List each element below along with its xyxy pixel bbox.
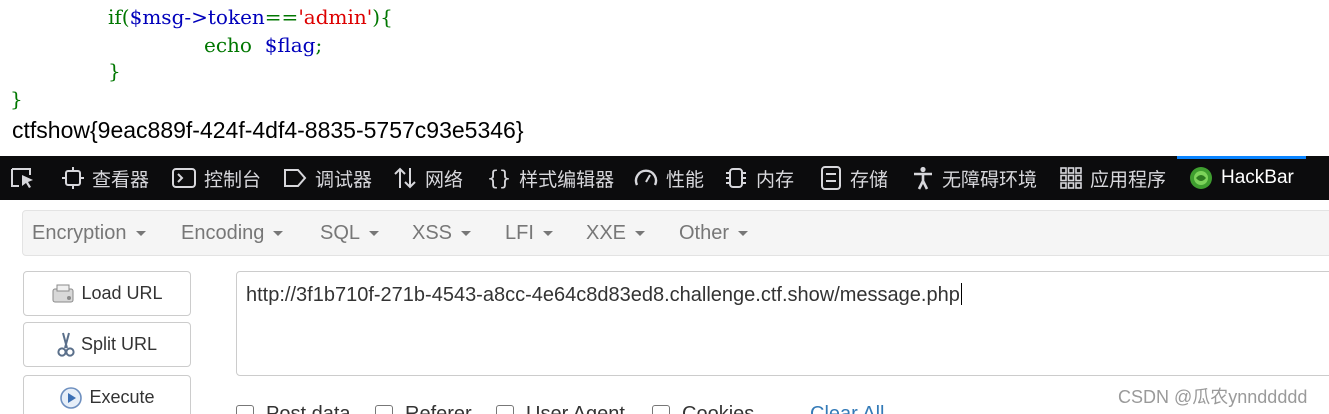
page-source: if($msg->token=='admin'){ echo $flag; } …: [0, 0, 1329, 156]
menu-label: XSS: [412, 221, 453, 244]
clear-all-link[interactable]: Clear All: [810, 403, 884, 414]
menu-label: SQL: [320, 221, 361, 244]
scissors-icon: [57, 332, 75, 357]
load-url-icon: [52, 284, 74, 302]
checkbox-box[interactable]: [652, 405, 670, 414]
execute-button[interactable]: Execute: [23, 375, 191, 414]
caret-down-icon: [461, 230, 472, 236]
caret-down-icon: [635, 230, 646, 236]
tab-label: 查看器: [92, 169, 150, 191]
tab-accessibility[interactable]: 无障碍环境: [912, 156, 1037, 200]
console-icon: [172, 168, 196, 188]
menu-xss[interactable]: XSS: [412, 211, 472, 255]
menu-label: Encoding: [181, 221, 265, 244]
application-icon: [1060, 167, 1082, 189]
tab-label: 控制台: [204, 169, 262, 191]
tab-label: 调试器: [315, 169, 373, 191]
execute-label: Execute: [89, 387, 155, 407]
tab-label: HackBar: [1221, 167, 1294, 188]
menu-lfi[interactable]: LFI: [505, 211, 553, 255]
style-editor-icon: {}: [487, 166, 512, 190]
code-line-close-inner: }: [108, 59, 121, 83]
caret-down-icon: [135, 230, 146, 236]
tab-label: 样式编辑器: [519, 169, 615, 191]
tab-debugger[interactable]: 调试器: [283, 156, 372, 200]
menu-xxe[interactable]: XXE: [586, 211, 646, 255]
tab-label: 网络: [425, 169, 464, 191]
tab-network[interactable]: 网络: [393, 156, 463, 200]
tab-label: 内存: [756, 169, 795, 191]
element-picker-icon[interactable]: [10, 166, 36, 190]
caret-down-icon: [369, 230, 380, 236]
url-textarea[interactable]: http://3f1b710f-271b-4543-a8cc-4e64c8d83…: [236, 271, 1329, 376]
tab-console[interactable]: 控制台: [172, 156, 261, 200]
caret-down-icon: [738, 230, 749, 236]
option-label: Post data: [266, 402, 351, 414]
menu-encoding[interactable]: Encoding: [181, 211, 284, 255]
checkbox-box[interactable]: [496, 405, 514, 414]
tab-hackbar[interactable]: HackBar: [1177, 156, 1306, 200]
menu-sql[interactable]: SQL: [320, 211, 380, 255]
code-line-echo: echo $flag;: [204, 33, 323, 57]
hackbar-menubar: Encryption Encoding SQL XSS LFI XXE Othe…: [22, 210, 1329, 256]
cookies-checkbox[interactable]: Cookies: [652, 403, 754, 414]
menu-label: Encryption: [32, 221, 127, 244]
play-icon: [60, 386, 83, 409]
flag-output: ctfshow{9eac889f-424f-4df4-8835-5757c93e…: [12, 117, 524, 143]
tab-memory[interactable]: 内存: [724, 156, 794, 200]
storage-icon: [821, 166, 841, 190]
tab-style-editor[interactable]: {} 样式编辑器: [487, 156, 614, 200]
checkbox-box[interactable]: [375, 405, 393, 414]
performance-icon: [634, 169, 658, 186]
menu-encryption[interactable]: Encryption: [32, 211, 146, 255]
menu-label: Other: [679, 221, 730, 244]
network-icon: [394, 167, 416, 189]
menu-label: XXE: [586, 221, 627, 244]
option-label: Referer: [405, 402, 472, 414]
text-cursor: [960, 283, 962, 305]
caret-down-icon: [273, 230, 284, 236]
url-value: http://3f1b710f-271b-4543-a8cc-4e64c8d83…: [246, 284, 960, 306]
split-url-label: Split URL: [80, 334, 158, 354]
split-url-button[interactable]: Split URL: [23, 322, 191, 367]
tab-inspector[interactable]: 查看器: [62, 156, 149, 200]
accessibility-icon: [914, 166, 932, 190]
tab-label: 性能: [666, 169, 705, 191]
menu-label: LFI: [505, 221, 534, 244]
tab-application[interactable]: 应用程序: [1060, 156, 1166, 200]
tab-label: 无障碍环境: [942, 169, 1038, 191]
tab-storage[interactable]: 存储: [820, 156, 888, 200]
caret-down-icon: [542, 230, 553, 236]
devtools-toolbar: 查看器 控制台 调试器 网络 {} 样式编辑器 性能 内存 存储 无障碍环境 应…: [0, 156, 1329, 200]
memory-icon: [726, 168, 746, 188]
csdn-watermark: CSDN @瓜农ynnddddd: [1118, 387, 1308, 407]
hackbar-icon: [1190, 167, 1212, 189]
checkbox-box[interactable]: [236, 405, 254, 414]
load-url-button[interactable]: Load URL: [23, 271, 191, 316]
debugger-icon: [284, 169, 307, 187]
user-agent-checkbox[interactable]: User Agent: [496, 403, 625, 414]
hackbar-panel: Encryption Encoding SQL XSS LFI XXE Othe…: [0, 200, 1329, 414]
tab-label: 存储: [850, 169, 889, 191]
post-data-checkbox[interactable]: Post data: [236, 403, 351, 414]
load-url-label: Load URL: [81, 283, 163, 303]
code-line-if: if($msg->token=='admin'){: [108, 5, 393, 29]
code-line-close-outer: }: [10, 87, 23, 111]
option-label: User Agent: [526, 402, 625, 414]
referer-checkbox[interactable]: Referer: [375, 403, 472, 414]
tab-performance[interactable]: 性能: [634, 156, 704, 200]
menu-other[interactable]: Other: [679, 211, 749, 255]
inspector-icon: [62, 167, 84, 189]
tab-label: 应用程序: [1090, 169, 1167, 191]
option-label: Cookies: [682, 402, 755, 414]
